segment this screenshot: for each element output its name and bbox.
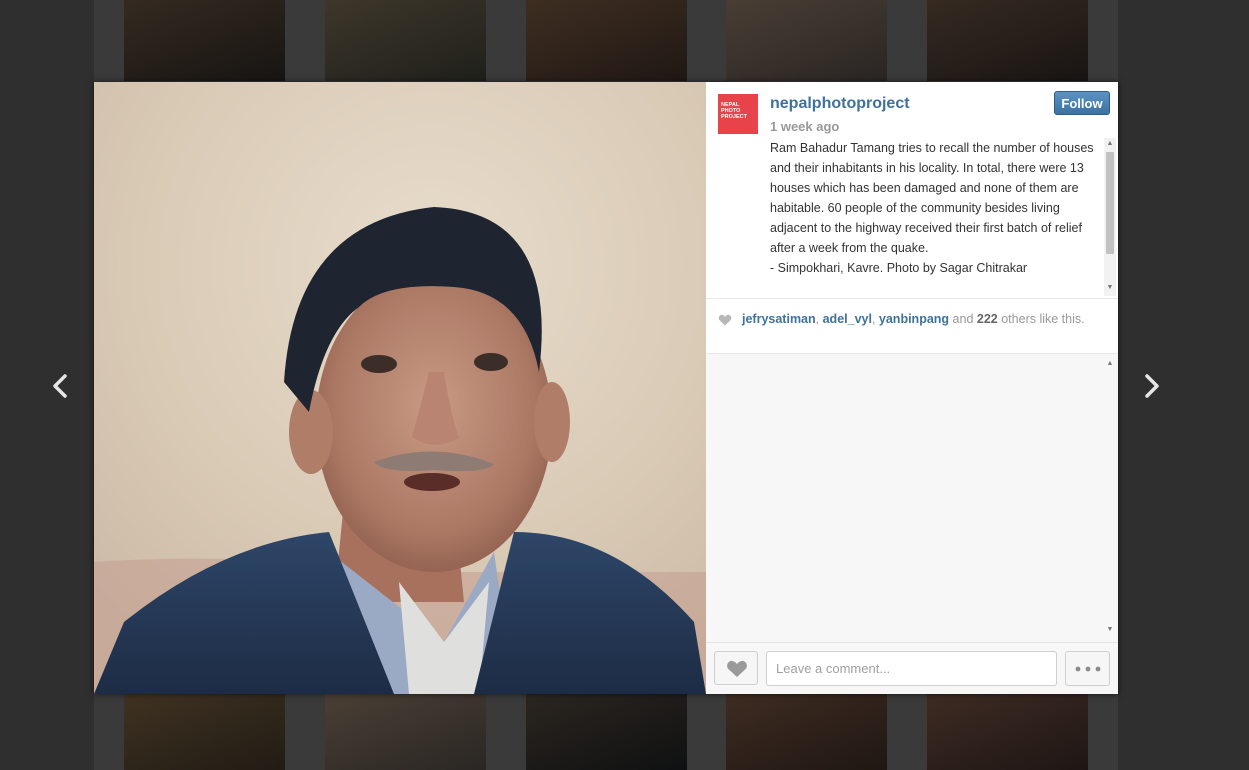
feed-thumbnail[interactable] (927, 694, 1088, 770)
feed-thumbnail[interactable] (325, 694, 486, 770)
comment-input[interactable] (766, 651, 1057, 686)
likes-text: jefrysatiman, adel_vyl, yanbinpang and 2… (742, 312, 1085, 326)
scroll-down-arrow-icon[interactable]: ▼ (1104, 282, 1116, 294)
comment-bar (706, 642, 1118, 694)
comments-scrollbar[interactable]: ▲ ▼ (1104, 354, 1116, 642)
post-caption: Ram Bahadur Tamang tries to recall the n… (770, 141, 1094, 275)
likes-section: jefrysatiman, adel_vyl, yanbinpang and 2… (706, 298, 1118, 354)
scroll-down-arrow-icon[interactable]: ▼ (1104, 624, 1116, 636)
post-modal: NEPAL PHOTO PROJECT nepalphotoproject 1 … (94, 82, 1118, 694)
comments-area: ▲ ▼ (706, 354, 1118, 642)
avatar[interactable]: NEPAL PHOTO PROJECT (718, 94, 758, 134)
feed-thumbnail[interactable] (124, 694, 285, 770)
chevron-left-icon (53, 374, 67, 398)
likes-suffix: others like this. (1001, 312, 1085, 326)
feed-thumbnail[interactable] (927, 0, 1088, 81)
liker-link[interactable]: jefrysatiman (742, 312, 816, 326)
scroll-up-arrow-icon[interactable]: ▲ (1104, 358, 1116, 370)
liker-link[interactable]: yanbinpang (879, 312, 949, 326)
ellipsis-icon (1075, 666, 1101, 672)
feed-thumbnail[interactable] (726, 694, 887, 770)
post-timestamp[interactable]: 1 week ago (770, 119, 839, 134)
heart-icon (718, 314, 732, 326)
heart-icon (727, 660, 747, 677)
follow-button[interactable]: Follow (1054, 91, 1110, 115)
scrollbar-thumb[interactable] (1106, 152, 1114, 254)
feed-thumbnail[interactable] (325, 0, 486, 81)
more-options-button[interactable] (1065, 651, 1110, 686)
scroll-up-arrow-icon[interactable]: ▲ (1104, 138, 1116, 150)
avatar-text: NEPAL PHOTO PROJECT (721, 102, 747, 120)
post-sidebar: NEPAL PHOTO PROJECT nepalphotoproject 1 … (706, 82, 1118, 694)
like-button[interactable] (714, 651, 758, 685)
caption-scrollbar[interactable]: ▲ ▼ (1104, 138, 1116, 296)
previous-post-button[interactable] (45, 368, 75, 404)
feed-thumbnail[interactable] (526, 0, 687, 81)
feed-thumbnail[interactable] (526, 694, 687, 770)
caption-area: Ram Bahadur Tamang tries to recall the n… (706, 138, 1118, 296)
likes-count[interactable]: 222 (977, 312, 998, 326)
liker-link[interactable]: adel_vyl (823, 312, 872, 326)
feed-thumbnail[interactable] (726, 0, 887, 81)
chevron-right-icon (1145, 374, 1159, 398)
post-header: NEPAL PHOTO PROJECT nepalphotoproject 1 … (706, 82, 1118, 138)
next-post-button[interactable] (1137, 368, 1167, 404)
likes-and: and (952, 312, 974, 326)
post-photo (94, 82, 706, 694)
username-link[interactable]: nepalphotoproject (770, 95, 910, 113)
feed-thumbnail[interactable] (124, 0, 285, 81)
